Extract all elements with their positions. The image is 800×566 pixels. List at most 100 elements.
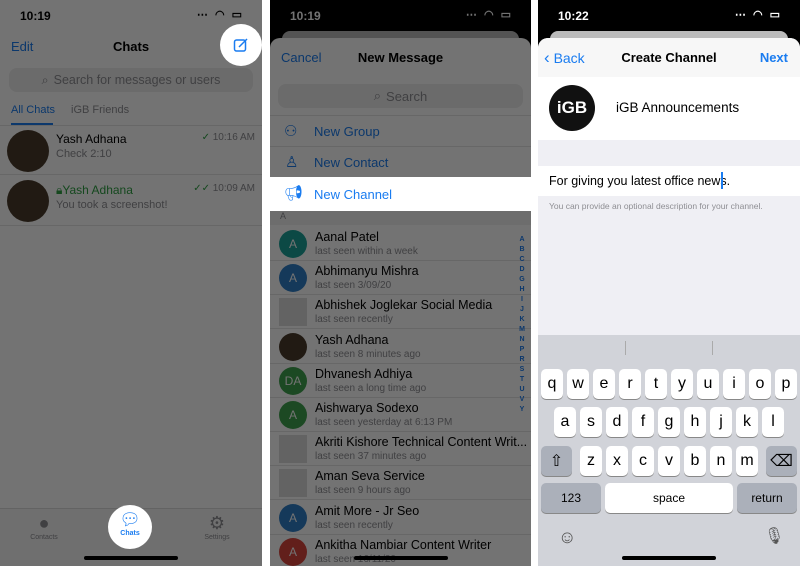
new-group-item[interactable]: ⚇ New Group — [270, 115, 531, 147]
tab-chats[interactable]: 💬︎ Chats — [108, 505, 152, 549]
index-letter[interactable]: A — [517, 235, 527, 245]
key-b[interactable]: b — [684, 446, 706, 476]
alphabet-index[interactable]: ABCDGHIJKMNPRSTUVY — [517, 235, 527, 415]
avatar — [7, 130, 49, 172]
key-w[interactable]: w — [567, 369, 589, 399]
contact-row[interactable]: DA Dhvanesh Adhiya last seen a long time a… — [270, 364, 531, 398]
contact-row[interactable]: A Aishwarya Sodexo last seen yesterday at … — [270, 398, 531, 432]
key-q[interactable]: q — [541, 369, 563, 399]
key-j[interactable]: j — [710, 407, 732, 437]
contact-row[interactable]: A Aanal Patel last seen within a week — [270, 227, 531, 261]
return-key[interactable]: return — [737, 483, 797, 513]
home-indicator — [84, 556, 178, 560]
key-t[interactable]: t — [645, 369, 667, 399]
sheet-title: New Message — [357, 50, 444, 65]
contact-row[interactable]: A Amit More - Jr Seo last seen recently — [270, 501, 531, 535]
new-contact-item[interactable]: ♙ New Contact — [270, 147, 531, 179]
nav-bar: ‹ Back Create Channel Next — [538, 38, 800, 77]
numbers-key[interactable]: 123 — [541, 483, 601, 513]
gear-icon: ⚙ — [208, 513, 226, 533]
contact-status: last seen yesterday at 6:13 PM — [315, 417, 453, 428]
index-letter[interactable]: M — [517, 325, 527, 335]
description-input[interactable]: For giving you latest office news. — [538, 166, 800, 196]
avatar — [7, 180, 49, 222]
key-y[interactable]: y — [671, 369, 693, 399]
channel-name-input[interactable]: iGB Announcements — [616, 100, 739, 115]
key-a[interactable]: a — [554, 407, 576, 437]
delete-key[interactable]: ⌫ — [766, 446, 797, 476]
key-k[interactable]: k — [736, 407, 758, 437]
avatar: A — [279, 537, 307, 566]
contact-row[interactable]: Yash Adhana last seen 8 minutes ago — [270, 330, 531, 364]
avatar — [279, 298, 307, 327]
index-letter[interactable]: N — [517, 335, 527, 345]
key-o[interactable]: o — [749, 369, 771, 399]
chat-row[interactable]: Yash Adhana Check 2:10 ✓ 10:16 AM — [0, 125, 262, 175]
emoji-icon[interactable]: ☺ — [558, 527, 576, 548]
shift-key[interactable]: ⇧ — [541, 446, 572, 476]
key-d[interactable]: d — [606, 407, 628, 437]
contact-row[interactable]: Akriti Kishore Technical Content Writ...… — [270, 432, 531, 467]
add-contact-icon: ♙ — [285, 154, 299, 171]
contact-row[interactable]: Aman Seva Service last seen 9 hours ago — [270, 466, 531, 501]
tab-all-chats[interactable]: All Chats — [11, 104, 55, 116]
tab-settings[interactable]: ⚙ Settings — [195, 513, 239, 541]
space-key[interactable]: space — [605, 483, 733, 513]
key-p[interactable]: p — [775, 369, 797, 399]
key-s[interactable]: s — [580, 407, 602, 437]
contact-row[interactable]: A Abhimanyu Mishra last seen 3/09/20 — [270, 261, 531, 296]
key-l[interactable]: l — [762, 407, 784, 437]
key-x[interactable]: x — [606, 446, 628, 476]
key-n[interactable]: n — [710, 446, 732, 476]
key-m[interactable]: m — [736, 446, 758, 476]
contact-status: last seen a long time ago — [315, 382, 427, 394]
tab-igb-friends[interactable]: iGB Friends — [71, 104, 129, 116]
key-v[interactable]: v — [658, 446, 680, 476]
key-u[interactable]: u — [697, 369, 719, 399]
avatar: A — [279, 401, 307, 429]
index-letter[interactable]: U — [517, 385, 527, 395]
key-h[interactable]: h — [684, 407, 706, 437]
index-letter[interactable]: H — [517, 285, 527, 295]
contact-name: Akriti Kishore Technical Content Writ... — [315, 435, 528, 450]
microphone-icon[interactable]: 🎙︎ — [764, 526, 784, 546]
index-letter[interactable]: J — [517, 305, 527, 315]
search-input[interactable]: ⌕ Search — [278, 84, 523, 108]
key-e[interactable]: e — [593, 369, 615, 399]
index-letter[interactable]: R — [517, 355, 527, 365]
key-r[interactable]: r — [619, 369, 641, 399]
key-z[interactable]: z — [580, 446, 602, 476]
index-letter[interactable]: I — [517, 295, 527, 305]
index-letter[interactable]: P — [517, 345, 527, 355]
index-letter[interactable]: Y — [517, 405, 527, 415]
chat-row[interactable]: 🔒︎Yash Adhana You took a screenshot! ✓✓ … — [0, 176, 262, 226]
key-f[interactable]: f — [632, 407, 654, 437]
index-letter[interactable]: C — [517, 255, 527, 265]
chat-bubbles-icon: 💬︎ — [119, 510, 141, 529]
index-letter[interactable]: T — [517, 375, 527, 385]
key-i[interactable]: i — [723, 369, 745, 399]
wifi-battery-icon: ⋯ ◠ ▭ — [734, 9, 782, 21]
contact-row[interactable]: A Ankitha Nambiar Content Writer last seen… — [270, 535, 531, 566]
contact-row[interactable]: Abhishek Joglekar Social Media last seen … — [270, 295, 531, 330]
index-letter[interactable]: D — [517, 265, 527, 275]
section-header: A — [270, 211, 531, 225]
channel-photo[interactable]: iGB — [549, 85, 595, 131]
wifi-battery-icon: ⋯ ◠ ▭ — [196, 9, 244, 21]
compose-button[interactable] — [220, 24, 262, 66]
key-g[interactable]: g — [658, 407, 680, 437]
next-button[interactable]: Next — [760, 50, 788, 65]
home-indicator — [354, 556, 448, 560]
index-letter[interactable]: V — [517, 395, 527, 405]
index-letter[interactable]: S — [517, 365, 527, 375]
search-input[interactable]: ⌕ Search for messages or users — [9, 68, 253, 92]
index-letter[interactable]: G — [517, 275, 527, 285]
tab-contacts[interactable]: ● Contacts — [22, 513, 66, 541]
key-c[interactable]: c — [632, 446, 654, 476]
index-letter[interactable]: B — [517, 245, 527, 255]
contact-status: last seen 3/09/20 — [315, 280, 392, 292]
avatar: A — [279, 264, 307, 293]
index-letter[interactable]: K — [517, 315, 527, 325]
new-channel-item[interactable]: 📢︎ New Channel — [270, 177, 531, 211]
megaphone-icon: 📢︎ — [284, 185, 304, 202]
